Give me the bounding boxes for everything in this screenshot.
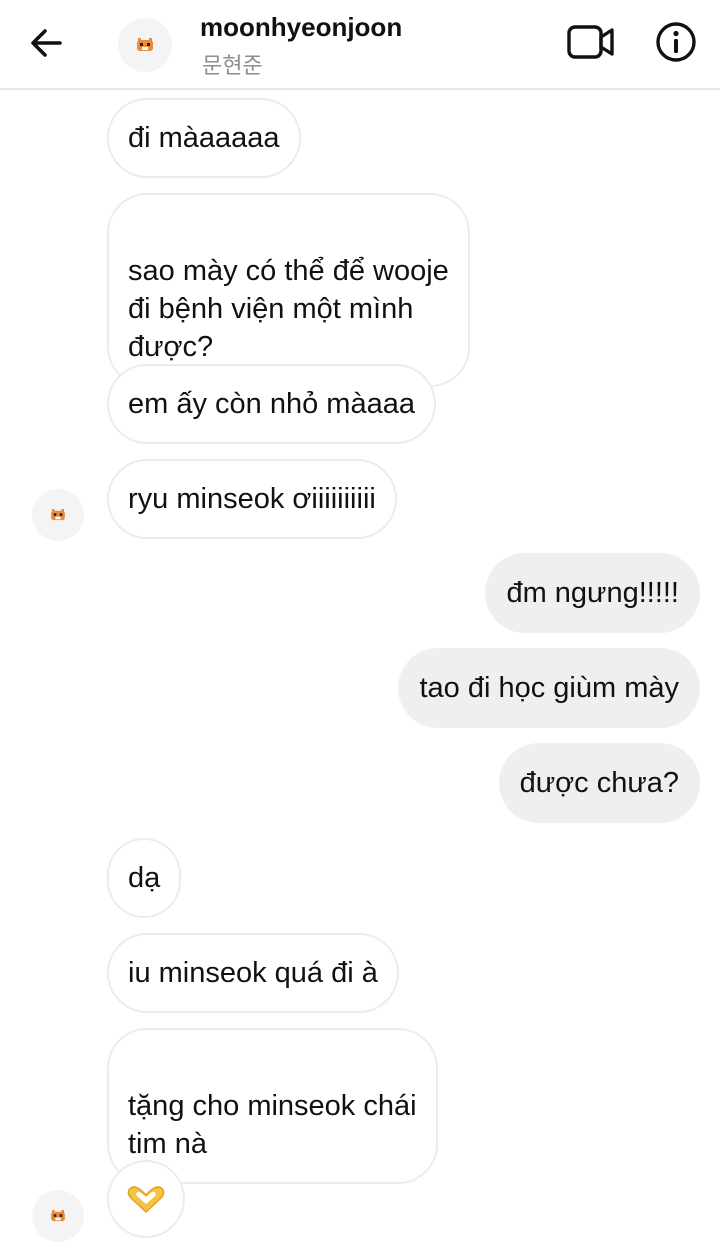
chat-header: moonhyeonjoon 문현준 [0, 0, 720, 90]
message-bubble-incoming[interactable]: iu minseok quá đi à [107, 933, 399, 1013]
sender-avatar[interactable] [32, 489, 84, 541]
chat-username[interactable]: moonhyeonjoon [200, 12, 402, 43]
message-text: được chưa? [519, 767, 679, 799]
tiger-avatar-icon [51, 1210, 65, 1222]
message-text: sao mày có thể để wooje đi bệnh viện một… [128, 255, 449, 363]
message-text: ryu minseok ơiiiiiiiiii [128, 483, 376, 515]
message-text: tặng cho minseok chái tim nà [128, 1090, 417, 1160]
message-text: đi màaaaaa [128, 122, 280, 154]
tiger-avatar-icon [137, 38, 153, 51]
message-bubble-outgoing[interactable]: đm ngưng!!!!! [485, 553, 700, 633]
message-bubble-incoming[interactable]: ryu minseok ơiiiiiiiiii [107, 459, 397, 539]
message-bubble-emoji[interactable]: 🫶 [107, 1160, 185, 1238]
message-bubble-incoming[interactable]: em ấy còn nhỏ màaaa [107, 364, 436, 444]
message-text: em ấy còn nhỏ màaaa [128, 388, 415, 420]
chat-subname: 문현준 [202, 54, 263, 79]
message-bubble-outgoing[interactable]: được chưa? [498, 743, 700, 823]
message-bubble-incoming[interactable]: dạ [107, 838, 182, 918]
message-bubble-incoming[interactable]: đi màaaaaa [107, 98, 301, 178]
back-arrow-icon[interactable] [26, 22, 68, 64]
message-bubble-outgoing[interactable]: tao đi học giùm mày [398, 648, 700, 728]
message-bubble-incoming[interactable]: sao mày có thể để wooje đi bệnh viện một… [107, 193, 470, 387]
heart-hands-emoji-icon [127, 1186, 165, 1214]
info-icon[interactable] [654, 20, 698, 64]
sender-avatar[interactable] [32, 1190, 84, 1242]
video-call-icon[interactable] [566, 22, 616, 62]
message-text: tao đi học giùm mày [419, 672, 679, 704]
avatar[interactable] [118, 18, 172, 72]
message-text: iu minseok quá đi à [128, 957, 378, 989]
tiger-avatar-icon [51, 509, 65, 521]
message-text: đm ngưng!!!!! [506, 577, 679, 609]
message-text: dạ [128, 862, 161, 894]
